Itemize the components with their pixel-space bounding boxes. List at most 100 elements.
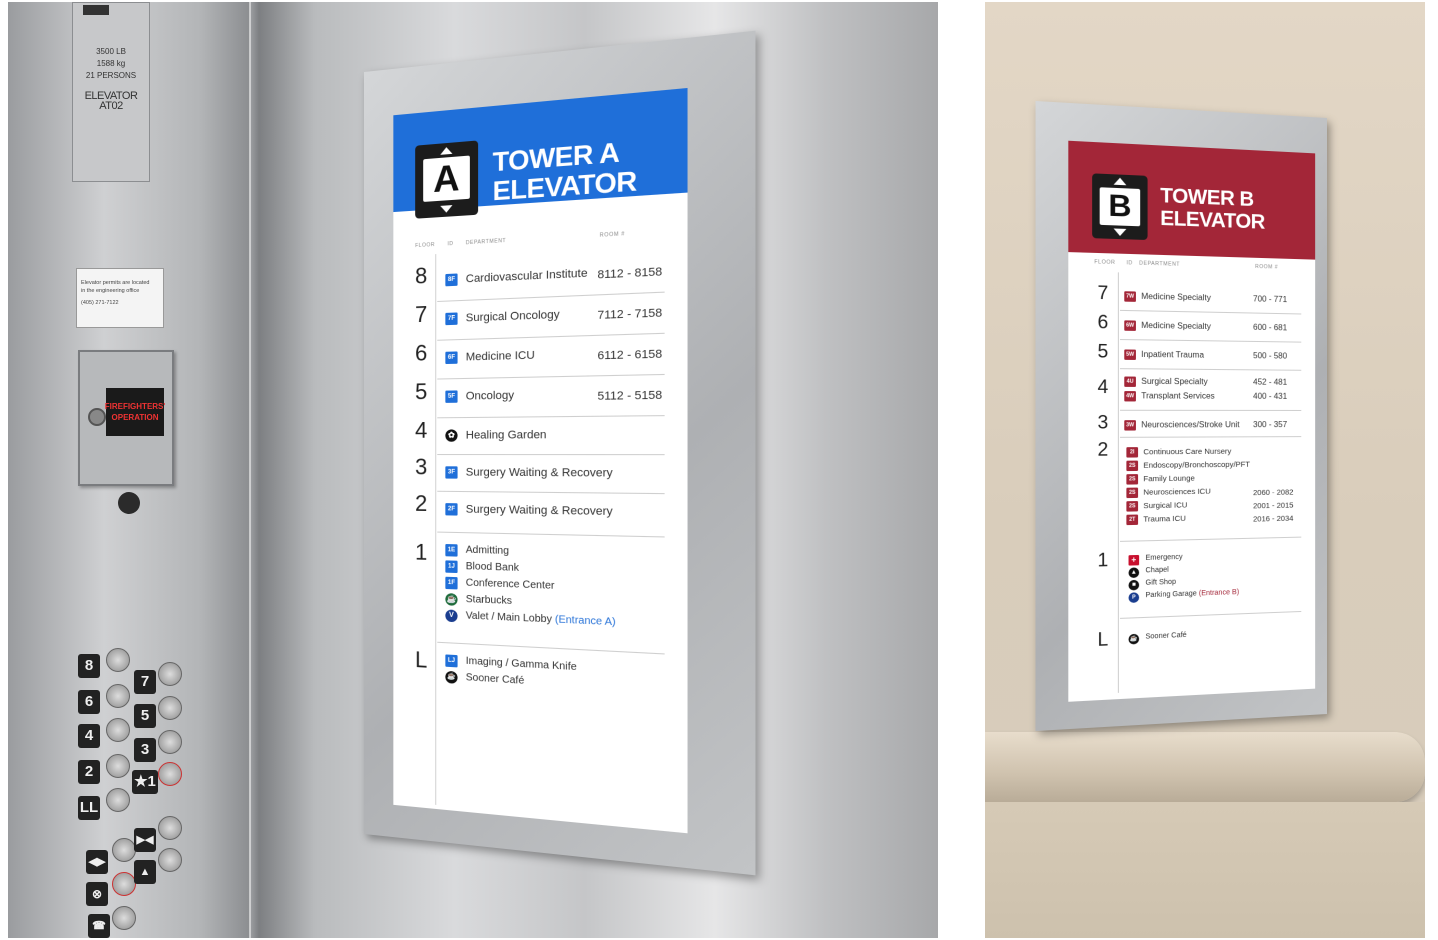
fire-label-line: FIREFIGHTERS' [104, 402, 166, 411]
department-name: Family Lounge [1143, 473, 1195, 484]
department-name: Starbucks [465, 593, 512, 608]
floor-button-8[interactable] [106, 648, 130, 672]
col-room: ROOM # [1255, 263, 1279, 271]
floor-button-4[interactable] [106, 718, 130, 742]
tower-a-header: A TOWER A ELEVATOR [393, 87, 688, 219]
alarm-button[interactable] [112, 872, 136, 896]
room-range: 2060 - 2082 [1253, 487, 1294, 498]
dept-id-badge: 3W [1124, 420, 1136, 431]
speaker-hole [118, 492, 140, 514]
key-switch[interactable] [88, 408, 106, 426]
tower-a-directory-sign: A TOWER A ELEVATOR FLOOR ID DEPARTMENT R… [393, 87, 688, 834]
department-name: Surgical Oncology [465, 308, 560, 325]
car-operating-panel: 3500 LB 1588 kg 21 PERSONS ELEVATOR AT02… [8, 2, 248, 938]
room-range: 8112 - 8158 [597, 265, 663, 282]
dept-id-badge: 2I [1126, 447, 1139, 458]
department-name: Endoscopy/Bronchoscopy/PFT [1143, 459, 1250, 470]
floor-label-3: 3 [134, 738, 156, 762]
bell-button[interactable] [158, 848, 182, 872]
up-arrow-icon [440, 146, 453, 155]
fire-label-line: OPERATION [111, 413, 159, 422]
title-line: ELEVATOR [1160, 207, 1265, 234]
door-close-button[interactable] [158, 816, 182, 840]
row-rule [437, 490, 665, 495]
tower-b-header: B TOWER B ELEVATOR [1068, 140, 1316, 260]
floor-button-7[interactable] [158, 662, 182, 686]
tower-a-sign-frame: A TOWER A ELEVATOR FLOOR ID DEPARTMENT R… [364, 30, 756, 876]
dept-id-badge: 6F [445, 351, 458, 365]
phone-button[interactable] [112, 906, 136, 930]
row-rule [437, 332, 665, 341]
alarm-label: ⊗ [86, 882, 108, 906]
dept-id-badge: 7W [1124, 291, 1136, 302]
dept-id-badge: 2T [1126, 514, 1139, 526]
row-rule [1120, 536, 1302, 542]
floor-number: 5 [415, 378, 428, 405]
floor-number: 2 [1097, 438, 1109, 460]
floor-number: L [415, 646, 428, 673]
dept-id-badge: 3F [445, 466, 458, 479]
department-name: Imaging / Gamma Knife [465, 655, 577, 674]
capacity-plate: 3500 LB 1588 kg 21 PERSONS ELEVATOR AT02 [72, 2, 150, 182]
panel-seam [248, 2, 252, 938]
floor-button-ll[interactable] [106, 788, 130, 812]
cafe-icon: ☕ [445, 670, 458, 684]
floor-number: 4 [415, 417, 428, 443]
department-name: Conference Center [465, 577, 555, 592]
floor-label-4: 4 [78, 724, 100, 748]
door-open-button[interactable] [112, 838, 136, 862]
department-name: Medicine ICU [465, 349, 535, 364]
dept-id-badge: 1E [445, 544, 458, 557]
department-name: Oncology [465, 389, 515, 403]
department-name: Surgical Specialty [1141, 376, 1208, 387]
row-rule [1120, 610, 1302, 619]
department-name: Medicine Specialty [1141, 291, 1211, 303]
tower-b-letter: B [1099, 187, 1141, 227]
firefighter-panel: FIREFIGHTERS' OPERATION [78, 350, 174, 486]
department-name: Sooner Café [1145, 631, 1187, 641]
floor-button-1[interactable] [158, 762, 182, 786]
floor-number: 6 [415, 340, 428, 366]
tower-b-sign-frame: B TOWER B ELEVATOR FLOOR ID DEPARTMENT R… [1035, 100, 1327, 732]
department-name: Continuous Care Nursery [1143, 446, 1232, 457]
dept-id-badge: 2S [1126, 501, 1139, 512]
garden-icon: ✿ [445, 429, 458, 442]
dept-id-badge: 7F [445, 312, 458, 326]
tower-b-directory-sign: B TOWER B ELEVATOR FLOOR ID DEPARTMENT R… [1068, 140, 1316, 702]
chapel-icon: ▲ [1128, 567, 1140, 579]
photo-tower-a-elevator: 3500 LB 1588 kg 21 PERSONS ELEVATOR AT02… [8, 2, 938, 938]
dept-id-badge: 6W [1124, 320, 1136, 331]
floor-label-6: 6 [78, 690, 100, 714]
door-close-label: ▶◀ [134, 828, 156, 852]
department-name: Surgery Waiting & Recovery [465, 466, 613, 480]
floor-number: 3 [415, 454, 428, 480]
room-range: 600 - 681 [1253, 322, 1288, 333]
floor-number: 8 [415, 262, 428, 289]
tower-b-elevator-emblem: B [1092, 173, 1148, 241]
floor-label-1: ★1 [132, 770, 158, 794]
bell-label: ▲ [134, 860, 156, 884]
floor-button-6[interactable] [106, 684, 130, 708]
floor-number: 7 [415, 301, 428, 328]
handrail [985, 732, 1425, 802]
department-name: Parking Garage (Entrance B) [1145, 589, 1239, 599]
floor-number: 6 [1097, 311, 1109, 333]
floor-number: 5 [1097, 340, 1109, 362]
dept-id-badge: LJ [445, 654, 458, 668]
department-name: Blood Bank [465, 560, 519, 574]
tower-a-letter: A [423, 155, 470, 202]
row-rule [437, 641, 665, 655]
department-name: Admitting [465, 544, 510, 558]
floor-number: 2 [415, 490, 428, 517]
floor-number: 7 [1097, 282, 1109, 304]
floor-label-5: 5 [134, 704, 156, 728]
floor-button-5[interactable] [158, 696, 182, 720]
floor-button-2[interactable] [106, 754, 130, 778]
department-name: Surgery Waiting & Recovery [465, 503, 613, 519]
department-name: Inpatient Trauma [1141, 349, 1205, 360]
photo-tower-b-elevator: B TOWER B ELEVATOR FLOOR ID DEPARTMENT R… [985, 2, 1425, 938]
floor-button-3[interactable] [158, 730, 182, 754]
department-name: Trauma ICU [1143, 513, 1186, 524]
room-range: 300 - 357 [1253, 420, 1288, 430]
floor-label-2: 2 [78, 760, 100, 784]
